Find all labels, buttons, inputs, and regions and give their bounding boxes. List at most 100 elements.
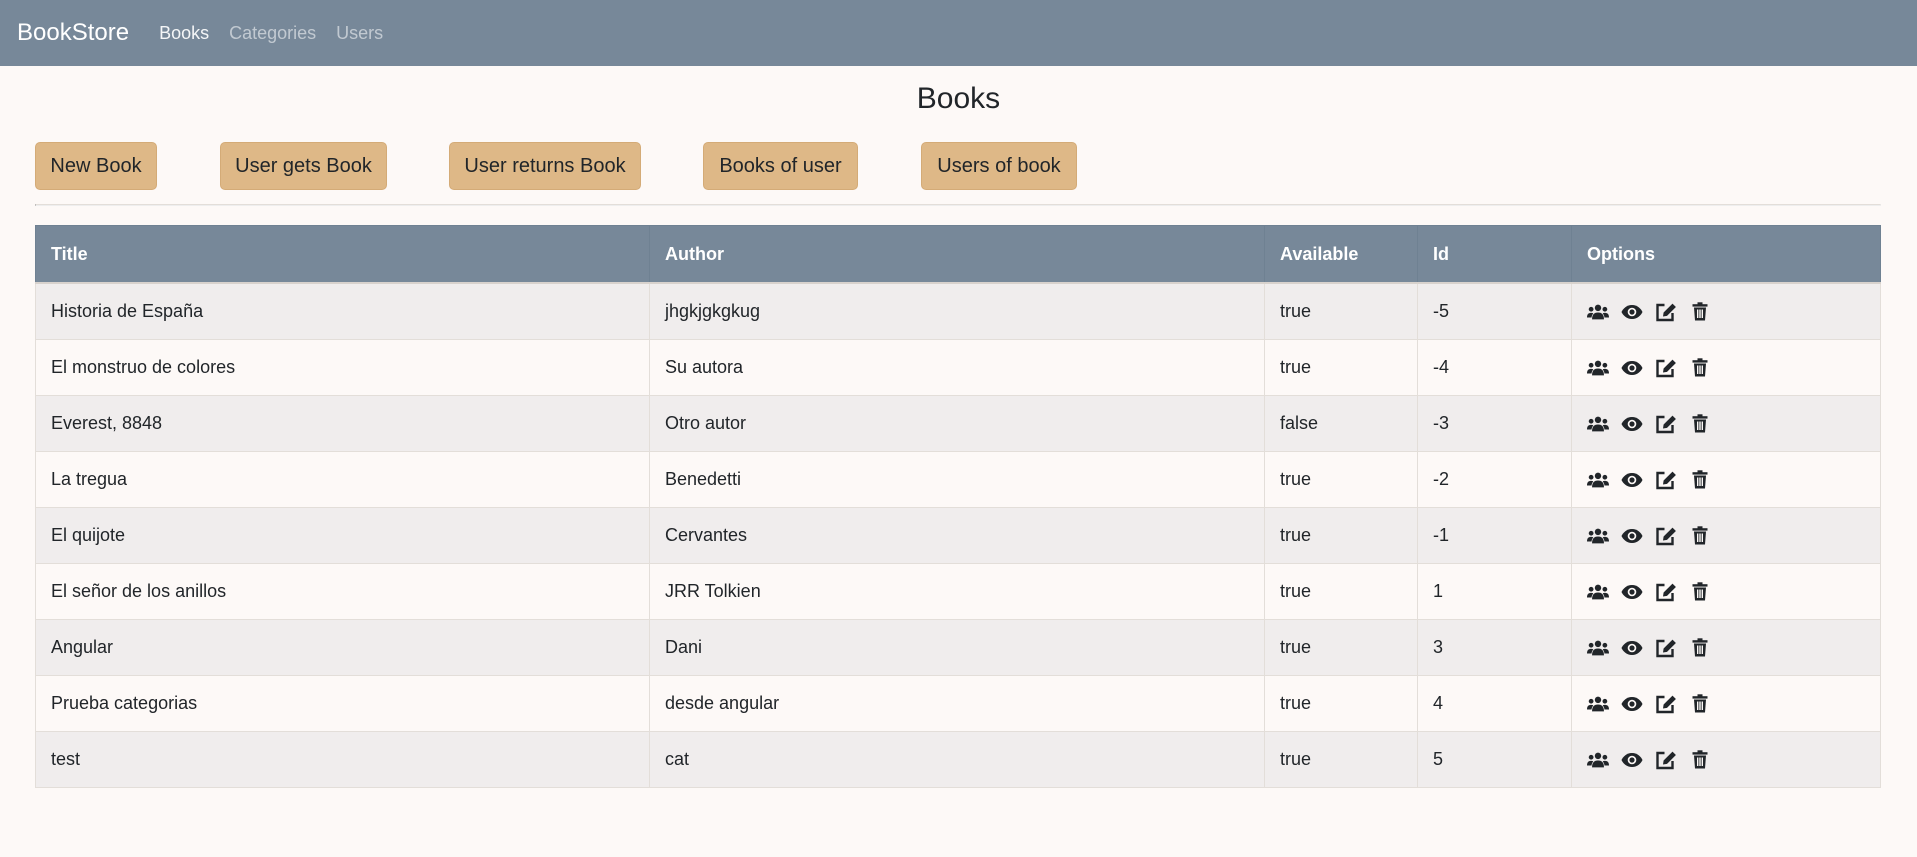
eye-icon[interactable] bbox=[1621, 525, 1643, 547]
trash-icon[interactable] bbox=[1689, 637, 1711, 659]
cell-id: -3 bbox=[1417, 395, 1572, 452]
cell-available: true bbox=[1264, 619, 1418, 676]
edit-icon[interactable] bbox=[1655, 693, 1677, 715]
brand-logo[interactable]: BookStore bbox=[17, 19, 129, 47]
cell-author: Dani bbox=[649, 619, 1265, 676]
cell-options bbox=[1571, 507, 1881, 564]
eye-icon[interactable] bbox=[1621, 469, 1643, 491]
cell-author: JRR Tolkien bbox=[649, 563, 1265, 620]
table-body: Historia de España jhgkjgkgkug true -5 El mo… bbox=[35, 282, 1881, 788]
cell-author: cat bbox=[649, 731, 1265, 788]
cell-author: Benedetti bbox=[649, 451, 1265, 508]
page-title: Books bbox=[916, 82, 1001, 115]
cell-title: Prueba categorias bbox=[35, 675, 650, 732]
trash-icon[interactable] bbox=[1689, 525, 1711, 547]
edit-icon[interactable] bbox=[1655, 357, 1677, 379]
column-header-title: Title bbox=[35, 225, 650, 284]
cell-available: true bbox=[1264, 507, 1418, 564]
books-of-user-button[interactable]: Books of user bbox=[703, 142, 858, 190]
edit-icon[interactable] bbox=[1655, 469, 1677, 491]
eye-icon[interactable] bbox=[1621, 749, 1643, 771]
eye-icon[interactable] bbox=[1621, 637, 1643, 659]
eye-icon[interactable] bbox=[1621, 301, 1643, 323]
users-icon[interactable] bbox=[1587, 301, 1609, 323]
table-row: Historia de España jhgkjgkgkug true -5 bbox=[35, 282, 1881, 340]
cell-options bbox=[1571, 675, 1881, 732]
cell-id: 4 bbox=[1417, 675, 1572, 732]
eye-icon[interactable] bbox=[1621, 581, 1643, 603]
users-icon[interactable] bbox=[1587, 693, 1609, 715]
cell-author: Otro autor bbox=[649, 395, 1265, 452]
user-gets-book-button[interactable]: User gets Book bbox=[220, 142, 387, 190]
table-row: test cat true 5 bbox=[35, 731, 1881, 788]
cell-available: false bbox=[1264, 395, 1418, 452]
table-row: La tregua Benedetti true -2 bbox=[35, 451, 1881, 508]
row-options bbox=[1572, 525, 1880, 547]
trash-icon[interactable] bbox=[1689, 693, 1711, 715]
cell-available: true bbox=[1264, 731, 1418, 788]
cell-title: test bbox=[35, 731, 650, 788]
nav-link-books[interactable]: Books bbox=[159, 23, 209, 44]
cell-options bbox=[1571, 395, 1881, 452]
table-row: El quijote Cervantes true -1 bbox=[35, 507, 1881, 564]
cell-options bbox=[1571, 339, 1881, 396]
users-icon[interactable] bbox=[1587, 357, 1609, 379]
table-row: Prueba categorias desde angular true 4 bbox=[35, 675, 1881, 732]
trash-icon[interactable] bbox=[1689, 469, 1711, 491]
cell-id: -4 bbox=[1417, 339, 1572, 396]
cell-options bbox=[1571, 563, 1881, 620]
trash-icon[interactable] bbox=[1689, 301, 1711, 323]
eye-icon[interactable] bbox=[1621, 693, 1643, 715]
nav-link-users[interactable]: Users bbox=[336, 23, 383, 44]
column-header-options: Options bbox=[1571, 225, 1881, 284]
cell-options bbox=[1571, 619, 1881, 676]
trash-icon[interactable] bbox=[1689, 749, 1711, 771]
edit-icon[interactable] bbox=[1655, 525, 1677, 547]
row-options bbox=[1572, 469, 1880, 491]
trash-icon[interactable] bbox=[1689, 581, 1711, 603]
action-buttons: New Book User gets Book User returns Boo… bbox=[0, 142, 1917, 190]
users-icon[interactable] bbox=[1587, 749, 1609, 771]
cell-title: Historia de España bbox=[35, 282, 650, 340]
row-options bbox=[1572, 301, 1880, 323]
trash-icon[interactable] bbox=[1689, 357, 1711, 379]
eye-icon[interactable] bbox=[1621, 357, 1643, 379]
cell-title: Angular bbox=[35, 619, 650, 676]
users-icon[interactable] bbox=[1587, 469, 1609, 491]
row-options bbox=[1572, 581, 1880, 603]
new-book-button[interactable]: New Book bbox=[35, 142, 157, 190]
edit-icon[interactable] bbox=[1655, 413, 1677, 435]
users-of-book-button[interactable]: Users of book bbox=[921, 142, 1077, 190]
edit-icon[interactable] bbox=[1655, 301, 1677, 323]
edit-icon[interactable] bbox=[1655, 749, 1677, 771]
cell-options bbox=[1571, 282, 1881, 340]
cell-id: 3 bbox=[1417, 619, 1572, 676]
users-icon[interactable] bbox=[1587, 637, 1609, 659]
column-header-id: Id bbox=[1417, 225, 1572, 284]
column-header-available: Available bbox=[1264, 225, 1418, 284]
users-icon[interactable] bbox=[1587, 525, 1609, 547]
users-icon[interactable] bbox=[1587, 581, 1609, 603]
row-options bbox=[1572, 693, 1880, 715]
table-header-row: Title Author Available Id Options bbox=[35, 225, 1881, 284]
user-returns-book-button[interactable]: User returns Book bbox=[449, 142, 641, 190]
trash-icon[interactable] bbox=[1689, 413, 1711, 435]
cell-id: 1 bbox=[1417, 563, 1572, 620]
cell-title: Everest, 8848 bbox=[35, 395, 650, 452]
cell-title: La tregua bbox=[35, 451, 650, 508]
table-row: Angular Dani true 3 bbox=[35, 619, 1881, 676]
cell-options bbox=[1571, 731, 1881, 788]
edit-icon[interactable] bbox=[1655, 637, 1677, 659]
cell-title: El quijote bbox=[35, 507, 650, 564]
cell-author: Su autora bbox=[649, 339, 1265, 396]
cell-author: Cervantes bbox=[649, 507, 1265, 564]
table-row: El monstruo de colores Su autora true -4 bbox=[35, 339, 1881, 396]
cell-available: true bbox=[1264, 451, 1418, 508]
cell-title: El señor de los anillos bbox=[35, 563, 650, 620]
edit-icon[interactable] bbox=[1655, 581, 1677, 603]
users-icon[interactable] bbox=[1587, 413, 1609, 435]
row-options bbox=[1572, 749, 1880, 771]
nav-link-categories[interactable]: Categories bbox=[229, 23, 316, 44]
cell-author: desde angular bbox=[649, 675, 1265, 732]
eye-icon[interactable] bbox=[1621, 413, 1643, 435]
